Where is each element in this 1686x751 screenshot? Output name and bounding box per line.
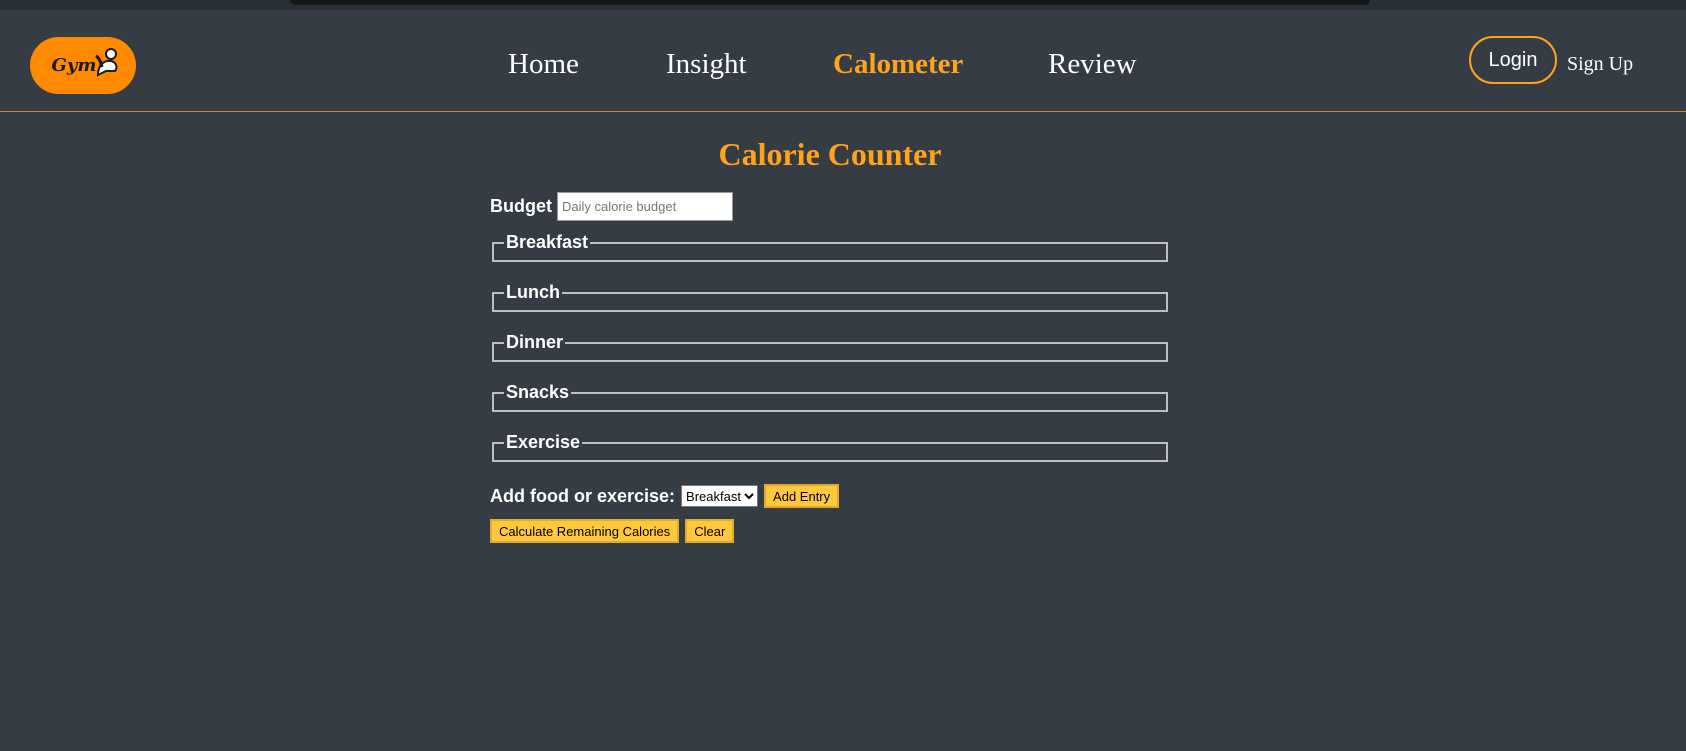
add-food-label: Add food or exercise: [490, 485, 676, 506]
dinner-legend: Dinner [506, 332, 564, 352]
browser-top-strip [0, 0, 1686, 10]
browser-bar [290, 0, 1370, 5]
budget-row: Budget [490, 192, 733, 221]
budget-label: Budget [490, 196, 552, 216]
exercise-section: Exercise [492, 432, 1168, 462]
breakfast-section: Breakfast [492, 232, 1168, 262]
entry-type-select[interactable]: Breakfast [681, 485, 759, 507]
nav-calometer[interactable]: Calometer [833, 48, 963, 81]
nav-home[interactable]: Home [508, 48, 579, 81]
add-entry-row: Add food or exercise: Breakfast Add Entr… [490, 484, 840, 508]
action-buttons: Calculate Remaining Calories Clear [490, 519, 735, 543]
lunch-legend: Lunch [506, 282, 560, 302]
snacks-legend: Snacks [506, 382, 570, 402]
site-header: Gym Home Insight Calometer Review Login … [0, 10, 1686, 112]
lunch-section: Lunch [492, 282, 1168, 312]
exercise-legend: Exercise [506, 432, 581, 452]
main-nav: Home Insight Calometer Review [0, 10, 1686, 111]
snacks-section: Snacks [492, 382, 1168, 412]
calculate-button[interactable]: Calculate Remaining Calories [490, 519, 680, 543]
clear-button[interactable]: Clear [685, 519, 735, 543]
nav-insight[interactable]: Insight [666, 48, 747, 81]
signup-link[interactable]: Sign Up [1567, 53, 1633, 76]
breakfast-legend: Breakfast [506, 232, 589, 252]
page-title: Calorie Counter [718, 136, 942, 172]
dinner-section: Dinner [492, 332, 1168, 362]
login-button[interactable]: Login [1469, 36, 1557, 84]
add-entry-button[interactable]: Add Entry [764, 484, 840, 508]
nav-review[interactable]: Review [1048, 48, 1137, 81]
budget-input[interactable] [557, 192, 733, 221]
